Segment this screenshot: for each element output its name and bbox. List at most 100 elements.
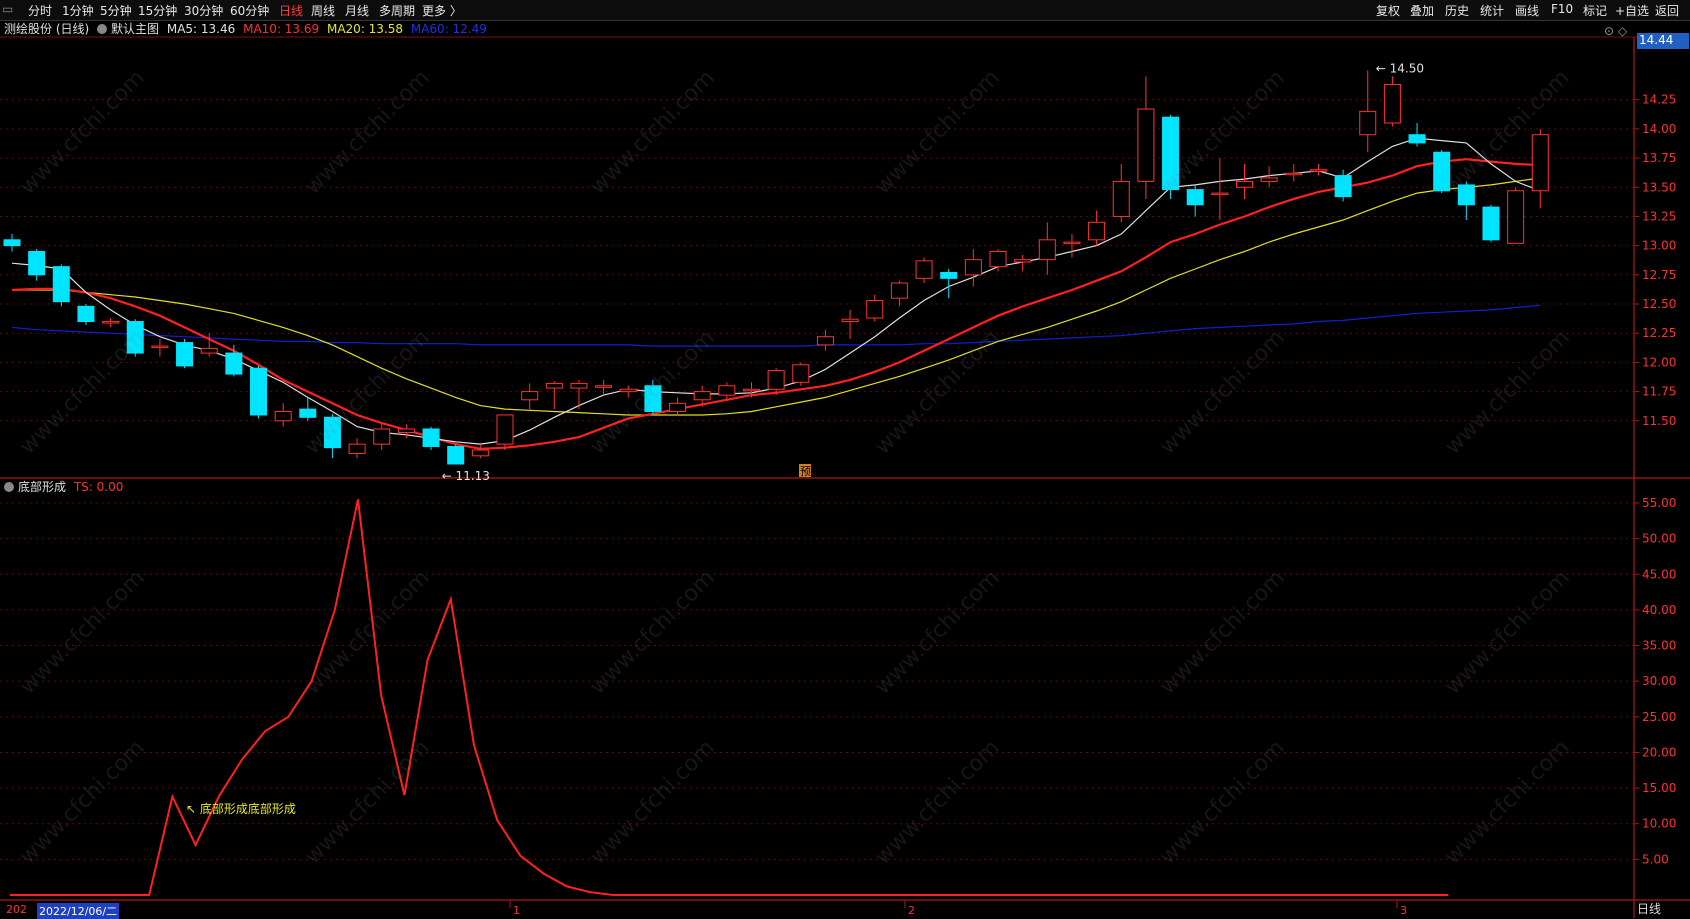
- indicator-name[interactable]: 底部形成: [18, 480, 66, 494]
- toolbar: ▭ 分时 1分钟 5分钟 15分钟 30分钟 60分钟 日线 周线 月线 多周期…: [0, 0, 1690, 21]
- price-tick-label: 12.75: [1642, 268, 1676, 282]
- candle-body: [447, 445, 465, 465]
- high-price-label: ← 14.50: [1376, 61, 1424, 75]
- overlay-button[interactable]: 叠加: [1410, 2, 1434, 19]
- candle-body: [1531, 134, 1549, 192]
- date-tick-label: 2: [908, 904, 915, 917]
- price-tick-label: 11.50: [1642, 414, 1676, 428]
- tab-60min[interactable]: 60分钟: [230, 2, 269, 19]
- candle-body: [767, 370, 785, 390]
- indicator-tick-label: 10.00: [1642, 817, 1676, 831]
- candle-body: [1507, 190, 1525, 244]
- date-cursor-tag: 2022/12/06/二: [37, 903, 120, 919]
- candle-body: [1088, 221, 1106, 241]
- candle-body: [176, 342, 194, 367]
- candle-body: [964, 259, 982, 276]
- tab-monthly[interactable]: 月线: [345, 2, 369, 19]
- price-tick-label: 14.25: [1642, 93, 1676, 107]
- tab-multi-period[interactable]: 多周期: [379, 2, 415, 19]
- indicator-tick-label: 20.00: [1642, 745, 1676, 759]
- ma5-value: MA5: 13.46: [166, 22, 236, 36]
- candle-body: [890, 282, 908, 299]
- candle-body: [1334, 175, 1352, 198]
- ma60-value: MA60: 12.49: [410, 22, 487, 36]
- stats-button[interactable]: 统计: [1480, 2, 1504, 19]
- candle-body: [866, 300, 884, 319]
- indicator-toggle-icon[interactable]: [4, 482, 14, 492]
- candle-body: [1014, 259, 1032, 263]
- settings-dot-icon[interactable]: [97, 24, 108, 34]
- candle-body: [102, 321, 120, 324]
- candle-body: [126, 321, 144, 354]
- candle-body: [1236, 180, 1253, 188]
- tab-1min[interactable]: 1分钟: [62, 2, 94, 19]
- price-tick-label: 13.00: [1642, 239, 1676, 253]
- candle-body: [1260, 177, 1278, 182]
- back-button[interactable]: 返回: [1655, 2, 1679, 19]
- candle-body: [397, 428, 415, 433]
- forecast-label: 预: [800, 465, 811, 478]
- draw-line-button[interactable]: 画线: [1515, 2, 1539, 19]
- candle-body: [3, 239, 21, 247]
- tab-30min[interactable]: 30分钟: [184, 2, 223, 19]
- candle-body: [1309, 169, 1327, 172]
- date-tick-label: 1: [513, 904, 520, 917]
- tab-5min[interactable]: 5分钟: [100, 2, 132, 19]
- stock-name[interactable]: 测绘股份 (日线): [4, 22, 89, 36]
- template-name[interactable]: 默认主图: [111, 22, 159, 36]
- ts-indicator-line: [10, 499, 1449, 896]
- candle-body: [915, 260, 933, 279]
- candle-body: [274, 410, 292, 422]
- candle-body: [1359, 110, 1377, 136]
- candle-body: [250, 367, 267, 416]
- tab-weekly[interactable]: 周线: [311, 2, 335, 19]
- ma5-line: [11, 137, 1541, 445]
- candle-body: [693, 391, 711, 401]
- indicator-value: TS: 0.00: [73, 480, 124, 494]
- candle-body: [1063, 241, 1081, 245]
- bottom-signal-label: ↖ 底部形成底部形成: [186, 801, 296, 816]
- low-price-label: ← 11.13: [442, 469, 490, 483]
- candle-body: [225, 352, 243, 375]
- tab-daily[interactable]: 日线: [279, 2, 303, 19]
- candle-body: [792, 364, 810, 383]
- candle-body: [1482, 206, 1500, 241]
- price-tick-label: 12.50: [1642, 297, 1676, 311]
- indicator-tick-label: 30.00: [1642, 674, 1676, 688]
- price-tick-label: 12.00: [1642, 355, 1676, 369]
- candle-body: [619, 388, 637, 393]
- mark-button[interactable]: 标记: [1583, 2, 1607, 19]
- candle-body: [816, 336, 834, 346]
- candle-body: [496, 414, 514, 445]
- date-prefix: 202: [6, 903, 27, 916]
- ma10-value: MA10: 13.69: [243, 22, 320, 36]
- add-watchlist-button[interactable]: +自选: [1615, 2, 1649, 19]
- price-tick-label: 11.75: [1642, 385, 1676, 399]
- candle-body: [743, 388, 760, 392]
- window-controls[interactable]: ⊙ ◇: [1604, 24, 1627, 38]
- price-tick-label: 14.00: [1642, 122, 1676, 136]
- history-button[interactable]: 历史: [1445, 2, 1469, 19]
- price-tick-label: 13.25: [1642, 209, 1676, 223]
- stock-chart[interactable]: 14.25 14.00 13.75 13.50 13.25 13.00 12.75 12.50…: [0, 0, 1690, 918]
- tab-15min[interactable]: 15分钟: [138, 2, 177, 19]
- f10-button[interactable]: F10: [1551, 2, 1573, 16]
- tab-more[interactable]: 更多 〉: [422, 2, 462, 19]
- candle-body: [323, 416, 341, 449]
- period-button[interactable]: 日线: [1637, 900, 1661, 917]
- candle-body: [545, 382, 563, 389]
- candle-body: [570, 382, 588, 389]
- candle-body: [1285, 172, 1303, 176]
- menu-icon[interactable]: ▭: [2, 2, 13, 16]
- indicator-tick-label: 40.00: [1642, 603, 1676, 617]
- candle-body: [718, 385, 736, 396]
- candle-body: [1457, 184, 1475, 206]
- date-tick-label: 3: [1400, 904, 1407, 917]
- tab-fenshi[interactable]: 分时: [28, 2, 52, 19]
- candle-body: [348, 443, 366, 454]
- candle-body: [841, 318, 859, 323]
- candle-body: [200, 347, 218, 354]
- current-price-tag: 14.44: [1637, 33, 1689, 49]
- candle-body: [521, 391, 539, 401]
- restore-rights-button[interactable]: 复权: [1376, 2, 1400, 19]
